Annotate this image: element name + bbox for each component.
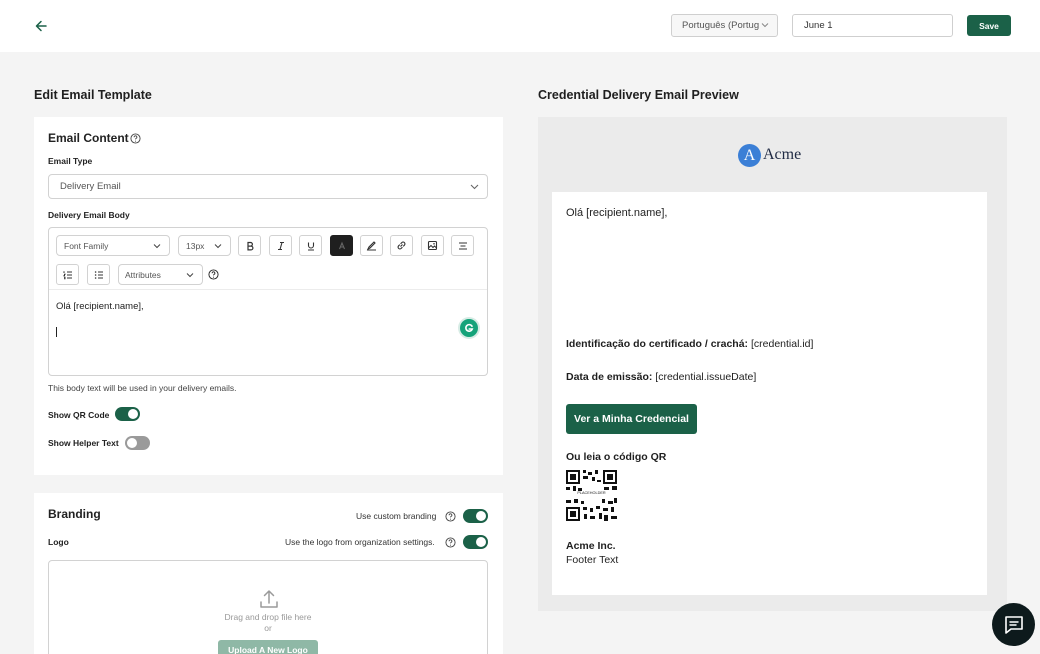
email-preview-body: Olá [recipient.name], Identificação do c… [552, 192, 987, 595]
underline-icon [307, 242, 314, 251]
email-content-title: Email Content [48, 131, 129, 145]
italic-icon [277, 241, 284, 250]
acme-logo-letter: A [743, 146, 756, 164]
email-body-label: Delivery Email Body [48, 210, 130, 220]
language-select[interactable]: Português (Portug [671, 14, 778, 37]
upload-logo-button[interactable]: Upload A New Logo [218, 640, 318, 654]
help-icon[interactable] [445, 537, 456, 548]
highlighter-icon [366, 241, 376, 251]
attributes-select[interactable]: Attributes [118, 264, 203, 285]
underline-button[interactable] [299, 235, 322, 256]
show-qr-toggle[interactable] [115, 407, 140, 421]
logo-label: Logo [48, 537, 69, 547]
show-helper-label: Show Helper Text [48, 438, 119, 448]
font-size-value: 13px [186, 240, 205, 251]
date-field[interactable] [792, 14, 953, 37]
save-button[interactable]: Save [967, 15, 1011, 36]
bold-button[interactable] [238, 235, 261, 256]
font-family-select[interactable]: Font Family [56, 235, 170, 256]
align-center-icon [458, 241, 467, 250]
branding-card: Branding Use custom branding Logo Use th… [34, 493, 503, 654]
dropzone-or-text: or [264, 623, 272, 633]
qr-code-image [566, 470, 617, 521]
chevron-down-icon [470, 184, 479, 189]
chat-button[interactable] [992, 603, 1035, 646]
preview-credential-id: Identificação do certificado / crachá: [… [566, 338, 813, 350]
acme-logo-text: Acme [763, 146, 802, 163]
attributes-value: Attributes [125, 269, 161, 280]
acme-logo-icon: A [738, 144, 761, 167]
ordered-list-button[interactable] [56, 264, 79, 285]
top-bar: Português (Portug Save [0, 0, 1040, 52]
chevron-down-icon [761, 23, 769, 28]
font-size-select[interactable]: 13px [178, 235, 231, 256]
dropzone-text: Drag and drop file here [224, 612, 312, 622]
text-color-icon [338, 241, 345, 249]
preview-greeting: Olá [recipient.name], [566, 207, 668, 219]
highlight-button[interactable] [360, 235, 383, 256]
chat-bubble-icon [1004, 615, 1023, 634]
preview-panel: A Acme Olá [recipient.name], Identificaç… [538, 117, 1007, 611]
issue-date-label: Data de emissão: [566, 371, 653, 383]
upload-icon [260, 590, 278, 608]
align-button[interactable] [451, 235, 474, 256]
logo-dropzone[interactable]: Drag and drop file here or Upload A New … [48, 560, 488, 654]
font-family-value: Font Family [64, 240, 109, 251]
custom-branding-toggle[interactable] [463, 509, 488, 523]
edit-template-title: Edit Email Template [34, 88, 152, 102]
chevron-down-icon [214, 243, 222, 248]
email-type-value: Delivery Email [60, 181, 121, 192]
view-credential-button[interactable]: Ver a Minha Credencial [566, 404, 697, 434]
email-type-label: Email Type [48, 156, 93, 166]
help-icon[interactable] [208, 269, 219, 280]
toolbar-divider [49, 289, 487, 290]
link-icon [397, 241, 406, 250]
language-select-value: Português (Portug [682, 20, 760, 31]
link-button[interactable] [390, 235, 413, 256]
italic-button[interactable] [269, 235, 292, 256]
bullet-list-icon [94, 270, 103, 279]
org-logo-label: Use the logo from organization settings. [285, 537, 435, 547]
org-logo-toggle[interactable] [463, 535, 488, 549]
issue-date-value: [credential.issueDate] [655, 371, 757, 383]
credential-id-value: [credential.id] [750, 338, 814, 350]
preview-issue-date: Data de emissão: [credential.issueDate] [566, 371, 756, 383]
chevron-down-icon [153, 243, 161, 248]
credential-id-label: Identificação do certificado / crachá: [566, 338, 749, 350]
show-helper-toggle[interactable] [125, 436, 150, 450]
email-type-select[interactable]: Delivery Email [48, 174, 488, 199]
qr-placeholder-text: PLACEHOLDER [577, 491, 606, 495]
text-color-button[interactable] [330, 235, 353, 256]
back-button[interactable] [32, 18, 50, 34]
grammarly-g-icon [465, 323, 474, 332]
arrow-left-icon [35, 20, 47, 32]
help-icon[interactable] [130, 133, 141, 144]
show-qr-label: Show QR Code [48, 410, 110, 420]
branding-title: Branding [48, 507, 101, 521]
help-icon[interactable] [445, 511, 456, 522]
text-cursor [56, 327, 57, 337]
chevron-down-icon [186, 272, 194, 277]
editor-body-text[interactable]: Olá [recipient.name], [56, 301, 144, 312]
image-button[interactable] [421, 235, 444, 256]
preview-title: Credential Delivery Email Preview [538, 88, 739, 102]
email-content-card: Email Content Email Type Delivery Email … [34, 117, 503, 475]
qr-label: Ou leia o código QR [566, 451, 667, 463]
bullet-list-button[interactable] [87, 264, 110, 285]
footer-text: Footer Text [566, 554, 619, 566]
rich-text-editor: Font Family 13px Attributes Olá [recipie… [48, 227, 488, 376]
body-helper-text: This body text will be used in your deli… [48, 383, 237, 393]
custom-branding-label: Use custom branding [356, 511, 437, 521]
image-icon [427, 240, 438, 251]
grammarly-icon[interactable] [460, 319, 478, 337]
ordered-list-icon [62, 270, 72, 279]
bold-icon [246, 241, 253, 250]
footer-company: Acme Inc. [566, 540, 616, 552]
